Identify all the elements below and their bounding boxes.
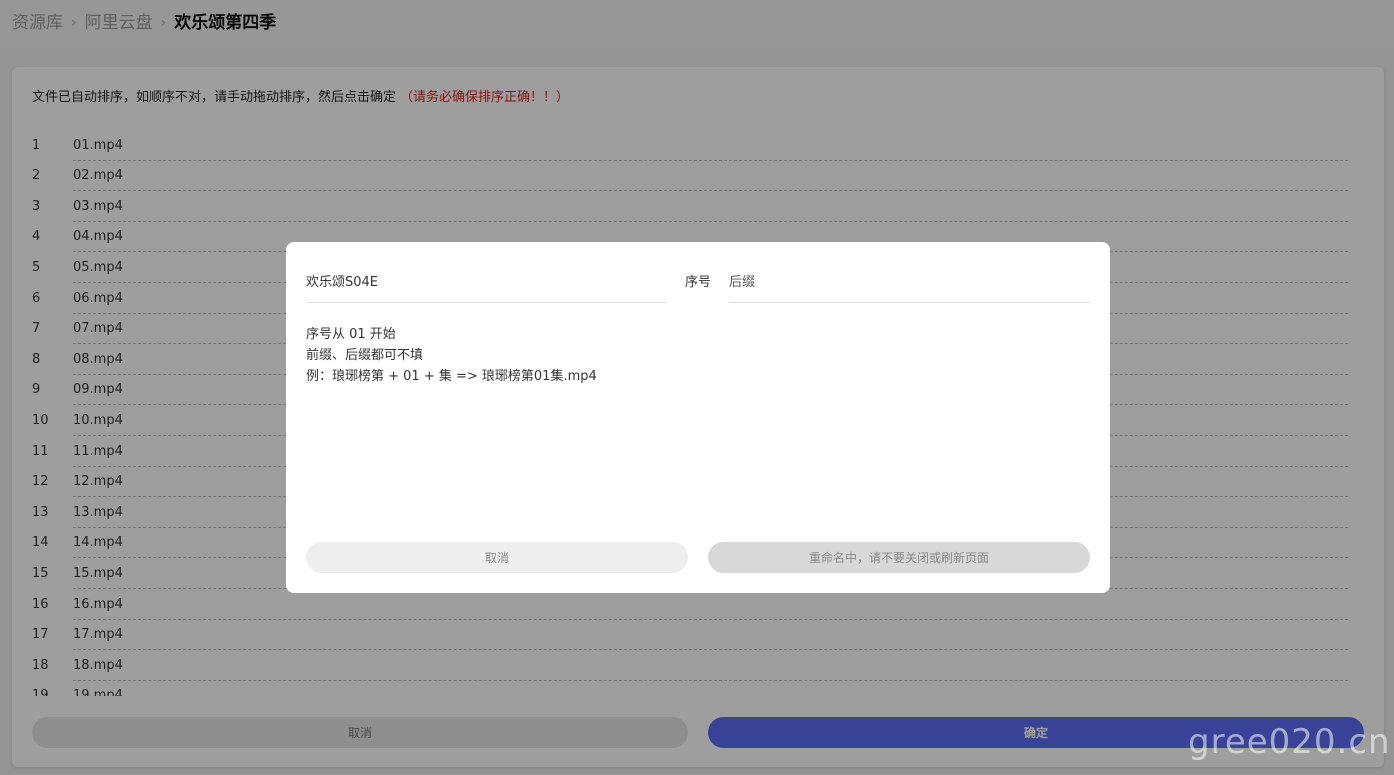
rename-hint: 序号从 01 开始 前缀、后缀都可不填 例：琅琊榜第 + 01 + 集 => 琅…	[306, 324, 597, 387]
hint-line: 前缀、后缀都可不填	[306, 348, 424, 363]
suffix-input[interactable]: 后缀	[729, 273, 1090, 303]
watermark: gree020.cn	[1188, 722, 1391, 762]
prefix-input[interactable]: 欢乐颂S04E	[306, 273, 667, 303]
sequence-label: 序号	[685, 275, 712, 290]
hint-line: 例：琅琊榜第 + 01 + 集 => 琅琊榜第01集.mp4	[306, 369, 597, 384]
renaming-status-button: 重命名中，请不要关闭或刷新页面	[708, 542, 1090, 573]
rename-dialog: 欢乐颂S04E 序号 后缀 序号从 01 开始 前缀、后缀都可不填 例：琅琊榜第…	[286, 242, 1110, 593]
hint-line: 序号从 01 开始	[306, 327, 396, 342]
dialog-cancel-button[interactable]: 取消	[306, 542, 688, 573]
